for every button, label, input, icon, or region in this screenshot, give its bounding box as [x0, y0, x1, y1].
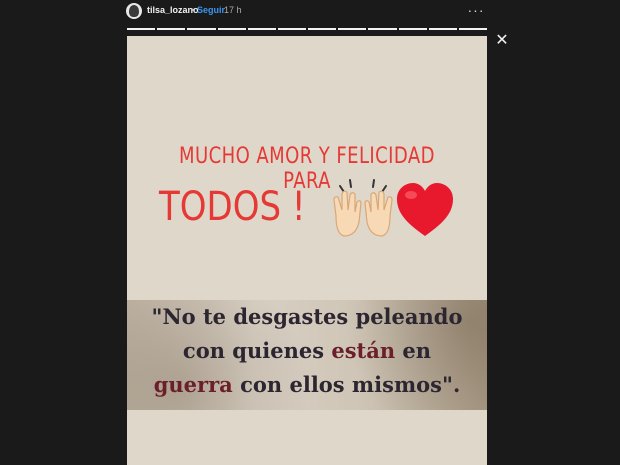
close-icon[interactable]: ✕ [493, 32, 511, 50]
progress-segment [217, 28, 246, 30]
story-progress-bar [127, 28, 488, 30]
headline-line-2: TODOS ! [159, 184, 306, 230]
progress-segment [338, 28, 367, 30]
progress-segment [308, 28, 337, 30]
quote-line-2-start: con quienes [182, 338, 332, 363]
progress-segment [277, 28, 307, 30]
progress-segment [187, 28, 216, 30]
progress-segment [428, 28, 457, 30]
progress-segment [368, 28, 397, 30]
timestamp: 17 h [224, 5, 242, 15]
quote-line-1: "No te desgastes peleando [151, 304, 463, 329]
progress-segment [157, 28, 186, 30]
progress-segment [127, 28, 156, 30]
progress-segment [247, 28, 276, 30]
avatar-silhouette [129, 5, 139, 17]
progress-segment [458, 28, 488, 30]
quote-word-guerra: guerra [153, 372, 233, 397]
story-content[interactable]: MUCHO AMOR Y FELICIDAD PARA TODOS ! "No … [127, 36, 487, 465]
quote-line-2: con quienes están en [127, 338, 487, 363]
quote-word-estan: están [331, 338, 396, 363]
separator-dot: • [191, 5, 195, 15]
raised-hands-icon [333, 179, 393, 237]
red-heart-icon [397, 183, 453, 236]
avatar[interactable] [126, 3, 142, 19]
more-options-icon[interactable]: ··· [466, 2, 486, 18]
quote-image: "No te desgastes peleando con quienes es… [127, 300, 487, 410]
quote-line-2-end: en [395, 338, 432, 363]
follow-button[interactable]: Seguir [197, 5, 225, 15]
story-header: tilsa_lozano • Seguir 17 h ··· [0, 0, 620, 24]
progress-segment [398, 28, 427, 30]
quote-line-3-end: con ellos mismos". [232, 372, 461, 397]
quote-line-3: guerra con ellos mismos". [127, 372, 487, 397]
